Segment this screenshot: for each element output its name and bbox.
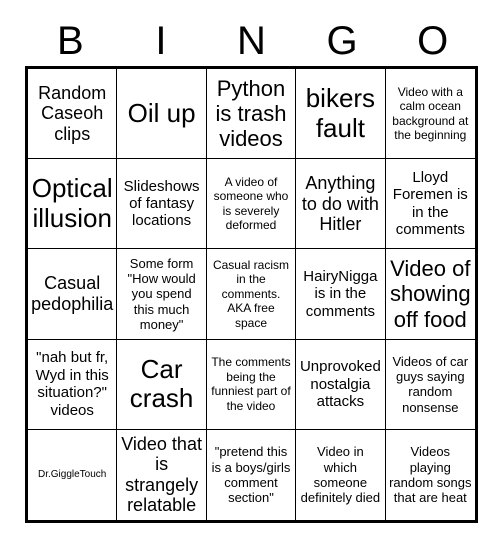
- bingo-cell-label: "pretend this is a boys/girls comment se…: [211, 444, 291, 506]
- bingo-cell-label: A video of someone who is severely defor…: [213, 175, 289, 233]
- bingo-cell-r4c1[interactable]: "nah but fr, Wyd in this situation?" vid…: [28, 339, 118, 430]
- bingo-cell-r3c5[interactable]: Video of showing off food: [385, 249, 475, 340]
- bingo-cell-r4c2[interactable]: Car crash: [117, 339, 207, 430]
- bingo-cell-r2c4[interactable]: Anything to do with Hitler: [296, 159, 386, 250]
- bingo-cell-label: The comments being the funniest part of …: [211, 355, 291, 413]
- bingo-header-letter-g: G: [326, 19, 358, 63]
- bingo-cell-r2c1[interactable]: Optical illusion: [28, 159, 118, 250]
- bingo-cell-label: Casual pedophilia: [31, 273, 114, 314]
- bingo-cell-label: Some form "How would you spend this much…: [127, 255, 196, 332]
- bingo-cell-r4c3[interactable]: The comments being the funniest part of …: [206, 339, 297, 430]
- bingo-cell-r4c5[interactable]: Videos of car guys saying random nonsens…: [385, 339, 475, 430]
- bingo-cell-label: bikers fault: [305, 82, 376, 143]
- bingo-cell-r1c5[interactable]: Video with a calm ocean background at th…: [385, 69, 475, 160]
- bingo-cell-label: Slideshows of fantasy locations: [123, 177, 200, 230]
- bingo-card: B I N G O Random Caseoh clips Oil up Python is…: [0, 0, 501, 544]
- bingo-cell-r5c2[interactable]: Video that is strangely relatable: [117, 429, 207, 520]
- bingo-cell-r3c3[interactable]: Casual racism in the comments. AKA free …: [206, 249, 297, 340]
- bingo-cell-label: "nah but fr, Wyd in this situation?" vid…: [35, 349, 109, 419]
- bingo-grid: Random Caseoh clips Oil up Python is trash…: [25, 66, 478, 523]
- bingo-cell-r5c4[interactable]: Video in which someone definitely died: [296, 429, 386, 520]
- bingo-cell-label: Dr.GiggleTouch: [38, 468, 107, 480]
- bingo-cell-label: Videos playing random songs that are hea…: [389, 444, 472, 506]
- bingo-header: BINGO: [25, 18, 478, 64]
- bingo-cell-label: Oil up: [127, 97, 196, 128]
- bingo-cell-r5c1[interactable]: Dr.GiggleTouch: [28, 429, 118, 520]
- bingo-cell-label: Lloyd Foremen is in the comments: [392, 169, 468, 239]
- bingo-cell-r3c4[interactable]: HairyNigga is in the comments: [296, 249, 386, 340]
- bingo-cell-label: Video in which someone definitely died: [300, 444, 381, 506]
- bingo-cell-label: Anything to do with Hitler: [301, 173, 379, 235]
- bingo-header-letter-o: O: [417, 19, 449, 63]
- bingo-cell-label: HairyNigga is in the comments: [303, 267, 378, 320]
- bingo-cell-label: Video that is strangely relatable: [121, 433, 202, 516]
- bingo-cell-r1c4[interactable]: bikers fault: [296, 69, 386, 160]
- bingo-header-letter-b: B: [56, 19, 84, 63]
- bingo-cell-label: Optical illusion: [31, 173, 113, 233]
- bingo-cell-r2c2[interactable]: Slideshows of fantasy locations: [117, 159, 207, 250]
- bingo-cell-r1c2[interactable]: Oil up: [117, 69, 207, 160]
- bingo-cell-r5c5[interactable]: Videos playing random songs that are hea…: [385, 429, 475, 520]
- bingo-cell-label: Casual racism in the comments. AKA free …: [212, 258, 289, 330]
- bingo-header-letter-n: N: [237, 19, 266, 63]
- bingo-cell-label: Car crash: [129, 353, 194, 414]
- bingo-cell-label: Unprovoked nostalgia attacks: [299, 358, 381, 410]
- bingo-cell-r5c3[interactable]: "pretend this is a boys/girls comment se…: [206, 429, 297, 520]
- bingo-header-letter-i: I: [155, 19, 167, 63]
- bingo-cell-label: Video with a calm ocean background at th…: [392, 84, 469, 142]
- bingo-cell-r1c3[interactable]: Python is trash videos: [206, 69, 297, 160]
- bingo-cell-label: Video of showing off food: [389, 256, 471, 332]
- bingo-cell-r4c4[interactable]: Unprovoked nostalgia attacks: [296, 339, 386, 430]
- bingo-cell-r3c2[interactable]: Some form "How would you spend this much…: [117, 249, 207, 340]
- bingo-cell-label: Videos of car guys saying random nonsens…: [392, 353, 469, 415]
- bingo-cell-r1c1[interactable]: Random Caseoh clips: [28, 69, 118, 160]
- bingo-cell-r3c1[interactable]: Casual pedophilia: [28, 249, 118, 340]
- bingo-cell-r2c3[interactable]: A video of someone who is severely defor…: [206, 159, 297, 250]
- bingo-cell-label: Random Caseoh clips: [38, 82, 107, 144]
- bingo-cell-r2c5[interactable]: Lloyd Foremen is in the comments: [385, 159, 475, 250]
- bingo-cell-label: Python is trash videos: [215, 75, 287, 152]
